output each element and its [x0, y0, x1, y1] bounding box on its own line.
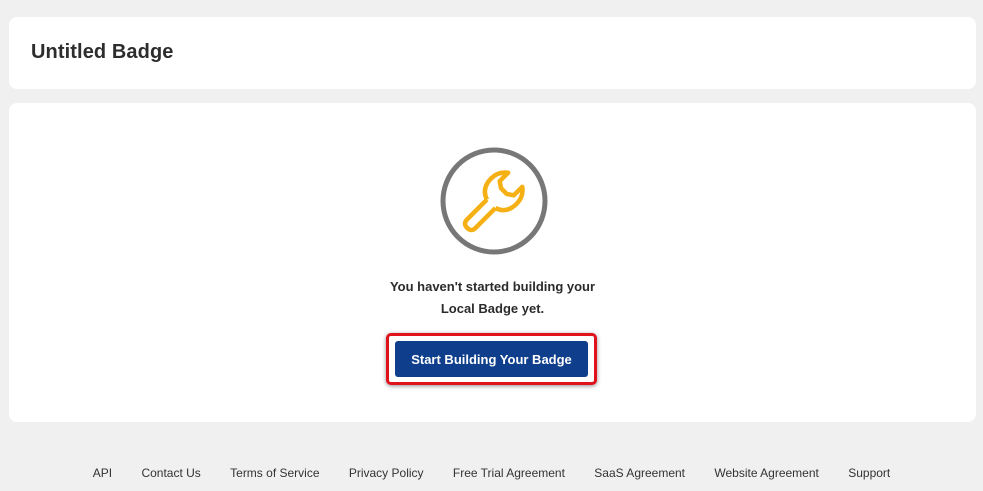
header-card: Untitled Badge [9, 17, 976, 89]
footer-link-support[interactable]: Support [848, 466, 890, 480]
empty-state-card: You haven't started building your Local … [9, 103, 976, 422]
footer-link-website-agreement[interactable]: Website Agreement [714, 466, 819, 480]
footer-link-api[interactable]: API [93, 466, 112, 480]
empty-state-line-1: You haven't started building your [389, 279, 596, 294]
footer-link-privacy-policy[interactable]: Privacy Policy [349, 466, 424, 480]
empty-state-message: You haven't started building your Local … [9, 276, 976, 320]
footer-links: API Contact Us Terms of Service Privacy … [0, 466, 983, 480]
start-building-badge-button[interactable]: Start Building Your Badge [395, 341, 588, 377]
empty-state-line-2: Local Badge yet. [440, 301, 545, 316]
footer-link-saas-agreement[interactable]: SaaS Agreement [594, 466, 685, 480]
footer-link-contact-us[interactable]: Contact Us [141, 466, 200, 480]
footer-link-free-trial-agreement[interactable]: Free Trial Agreement [453, 466, 565, 480]
wrench-icon [440, 147, 548, 255]
page-title: Untitled Badge [31, 41, 174, 63]
footer-link-terms-of-service[interactable]: Terms of Service [230, 466, 319, 480]
button-highlight: Start Building Your Badge [386, 333, 597, 385]
